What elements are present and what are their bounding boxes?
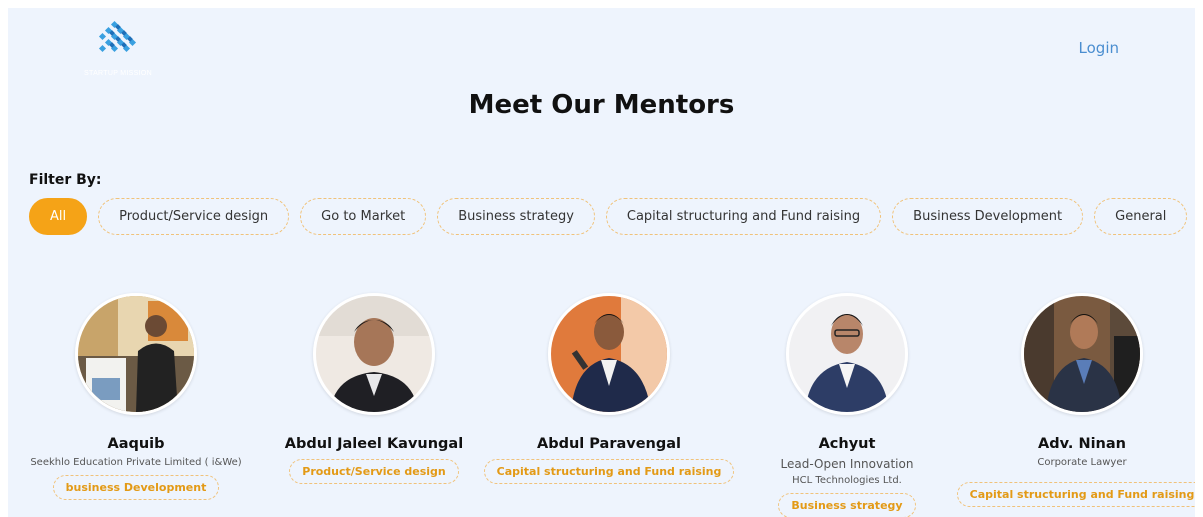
mentor-name: Abdul Jaleel Kavungal (284, 436, 464, 452)
mentor-card[interactable]: Abdul Jaleel Kavungal Product/Service de… (254, 293, 494, 484)
mentor-photo (316, 296, 432, 412)
filter-chip-business-strategy[interactable]: Business strategy (437, 198, 595, 235)
mentor-avatar[interactable] (548, 293, 670, 415)
filter-chip-business-development[interactable]: Business Development (892, 198, 1084, 235)
filter-chip-go-to-market[interactable]: Go to Market (300, 198, 427, 235)
mentor-expertise-tag[interactable]: Capital structuring and Fund raising (483, 459, 735, 484)
mentor-avatar[interactable] (75, 293, 197, 415)
logo-icon (98, 20, 137, 53)
mentor-name: Adv. Ninan (1038, 436, 1126, 452)
mentor-card[interactable]: Aaquib Seekhlo Education Private Limited… (16, 293, 256, 500)
login-link[interactable]: Login (1079, 39, 1119, 57)
logo[interactable]: STARTUP MISSION (70, 20, 166, 82)
mentor-card[interactable]: Abdul Paravengal Capital structuring and… (483, 293, 735, 484)
filter-chip-all[interactable]: All (29, 198, 88, 235)
mentor-organization: Seekhlo Education Private Limited ( i&We… (30, 457, 242, 468)
mentor-name: Aaquib (107, 436, 165, 452)
filter-chip-general[interactable]: General (1094, 198, 1188, 235)
mentor-photo (789, 296, 905, 412)
page-container: STARTUP MISSION Login Meet Our Mentors F… (8, 8, 1195, 517)
mentor-organization: HCL Technologies Ltd. (792, 475, 902, 486)
page-title: Meet Our Mentors (468, 90, 735, 120)
mentor-card[interactable]: Achyut Lead-Open Innovation HCL Technolo… (727, 293, 967, 517)
filter-label: Filter By: (29, 172, 102, 188)
mentor-role: Lead-Open Innovation (780, 457, 914, 471)
mentor-avatar[interactable] (313, 293, 435, 415)
mentor-avatar[interactable] (786, 293, 908, 415)
mentor-expertise-tag[interactable]: Business strategy (778, 493, 916, 517)
mentor-role: Corporate Lawyer (1037, 457, 1127, 468)
filter-chips: All Product/Service design Go to Market … (29, 198, 1188, 235)
mentor-photo (78, 296, 194, 412)
filter-chip-product-service-design[interactable]: Product/Service design (98, 198, 290, 235)
logo-text: STARTUP MISSION (84, 70, 152, 77)
mentor-expertise-tag[interactable]: Product/Service design (289, 459, 459, 484)
mentor-photo (1024, 296, 1140, 412)
mentor-photo (551, 296, 667, 412)
mentor-name: Abdul Paravengal (536, 436, 682, 452)
mentor-card[interactable]: Adv. Ninan Corporate Lawyer Capital stru… (956, 293, 1195, 507)
mentor-expertise-tag[interactable]: Capital structuring and Fund raising (956, 482, 1195, 507)
mentor-expertise-tag[interactable]: business Development (52, 475, 220, 500)
filter-chip-capital-structuring[interactable]: Capital structuring and Fund raising (605, 198, 882, 235)
mentor-avatar[interactable] (1021, 293, 1143, 415)
mentor-name: Achyut (818, 436, 876, 452)
